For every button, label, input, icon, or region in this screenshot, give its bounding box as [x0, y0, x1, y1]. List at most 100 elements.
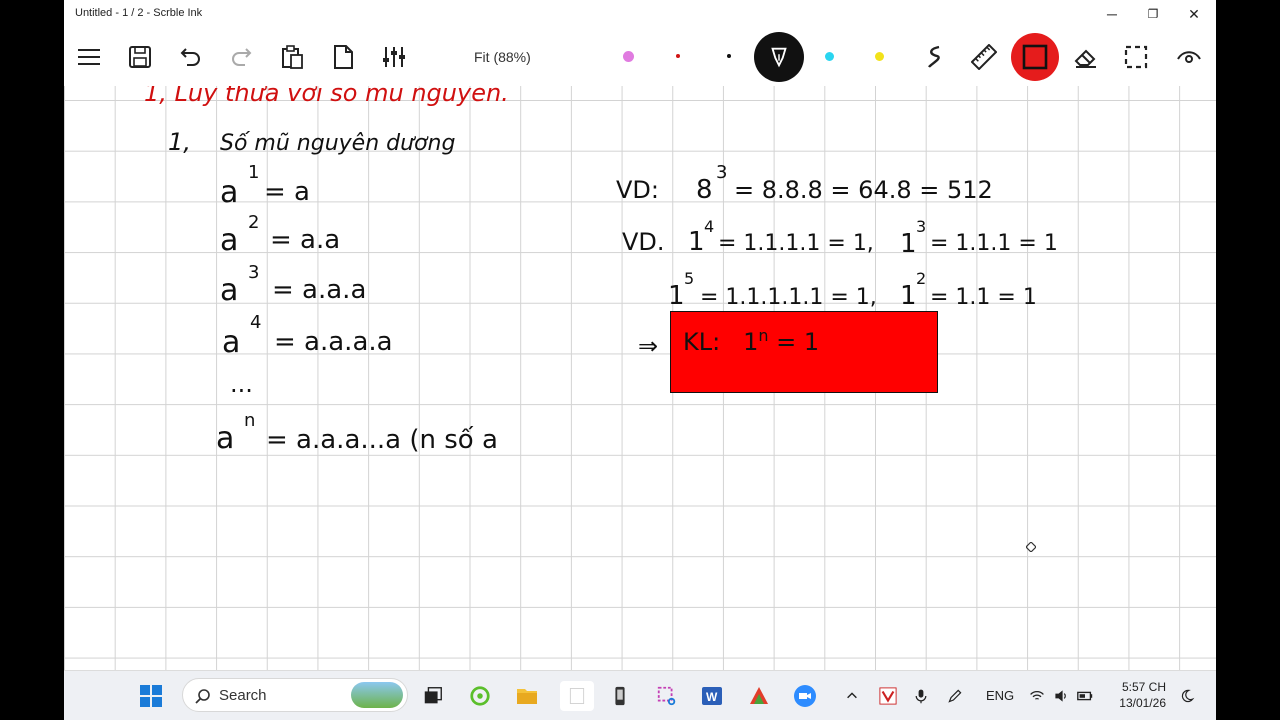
save-icon[interactable] [120, 37, 160, 77]
taskbar: Search W ENG 5:57 CH 13/01/26 [64, 670, 1216, 720]
menu-icon[interactable] [69, 37, 109, 77]
snipping-tool-icon[interactable] [652, 681, 682, 711]
scrble-ink-window: Untitled - 1 / 2 - Scrble Ink ─ ❐ ✕ Fit … [64, 0, 1216, 720]
vd2-b-exponent: 3 [916, 217, 926, 236]
a4-exponent: 4 [250, 312, 261, 333]
handwriting-layer: 1, Luỹ thừa với số mũ nguyên. 1, Số mũ n… [144, 86, 1058, 456]
scrble-ink-taskbar-icon[interactable] [560, 681, 594, 711]
a2-base: a [220, 223, 238, 258]
conclusion-exponent: n [758, 326, 769, 345]
geogebra-icon[interactable] [744, 681, 774, 711]
volume-icon[interactable] [1050, 681, 1072, 711]
undo-icon[interactable] [171, 37, 211, 77]
battery-icon[interactable] [1074, 681, 1096, 711]
zoom-level[interactable]: Fit (88%) [474, 49, 531, 65]
vd3-a-exponent: 5 [684, 269, 694, 288]
an-rhs: = a.a.a...a (n số a [266, 425, 498, 455]
settings-sliders-icon[interactable] [374, 37, 414, 77]
a1-base: a [220, 175, 238, 210]
microphone-icon[interactable] [910, 681, 932, 711]
ink-canvas[interactable]: 1, Luỹ thừa với số mũ nguyên. 1, Số mũ n… [64, 86, 1216, 670]
black-pen-swatch[interactable] [727, 54, 731, 58]
svg-text:W: W [706, 690, 718, 704]
vd3-a-rhs: = 1.1.1.1.1 = 1, [700, 285, 877, 310]
greenshot-icon[interactable] [465, 681, 495, 711]
search-highlight-image [351, 682, 403, 708]
subheading-text: Số mũ nguyên dương [220, 131, 455, 156]
conclusion-base: 1 [743, 328, 759, 356]
a4-rhs: = a.a.a.a [274, 327, 393, 357]
vd3-b-exponent: 2 [916, 269, 926, 288]
restore-button[interactable]: ❐ [1133, 0, 1173, 28]
conclusion-label: KL: [683, 328, 721, 356]
fountain-pen-tool[interactable] [754, 32, 804, 82]
selection-icon[interactable] [1116, 37, 1156, 77]
view-eye-icon[interactable] [1169, 37, 1209, 77]
a3-exponent: 3 [248, 262, 259, 283]
fountain-pen-icon [771, 47, 787, 68]
chevron-up-icon[interactable] [842, 681, 862, 711]
pink-pen-swatch[interactable] [623, 51, 634, 62]
a1-exponent: 1 [248, 162, 259, 183]
vd3-b-base: 1 [900, 281, 917, 311]
taskbar-search[interactable]: Search [182, 678, 408, 712]
vd2-a-exponent: 4 [704, 217, 714, 236]
minimize-button[interactable]: ─ [1092, 0, 1132, 28]
zoom-icon[interactable] [790, 681, 820, 711]
subheading-number: 1, [168, 128, 191, 156]
implies-arrow: ⇒ [638, 332, 658, 360]
a4-base: a [222, 325, 240, 360]
continuation-dots: ... [230, 370, 253, 398]
vd1-exponent: 3 [716, 162, 727, 183]
a2-rhs: = a.a [270, 225, 340, 255]
yellow-pen-swatch[interactable] [875, 52, 884, 61]
vd3-b-rhs: = 1.1 = 1 [930, 285, 1037, 310]
vd1-label: VD: [616, 176, 659, 204]
search-label: Search [219, 687, 267, 704]
pen-menu-icon[interactable] [944, 681, 966, 711]
a1-rhs: = a [264, 177, 310, 207]
squiggle-tool-icon[interactable] [914, 37, 954, 77]
a2-exponent: 2 [248, 212, 259, 233]
conclusion-text: KL: 1n = 1 [683, 326, 819, 356]
an-base: a [216, 421, 234, 456]
conclusion-rhs: = 1 [776, 328, 820, 356]
an-exponent: n [244, 410, 255, 431]
cyan-pen-swatch[interactable] [825, 52, 834, 61]
page-icon[interactable] [323, 37, 363, 77]
vd2-b-rhs: = 1.1.1 = 1 [930, 231, 1058, 256]
vd2-a-rhs: = 1.1.1.1 = 1, [718, 231, 874, 256]
task-view-icon[interactable] [418, 681, 448, 711]
vd2-a-base: 1 [688, 227, 705, 257]
word-icon[interactable]: W [697, 681, 727, 711]
moon-focus-icon[interactable] [1176, 681, 1198, 711]
file-explorer-icon[interactable] [512, 681, 542, 711]
cursor-icon [1026, 542, 1036, 552]
clock-date: 13/01/26 [1119, 696, 1166, 710]
close-button[interactable]: ✕ [1174, 0, 1214, 28]
title-bar: Untitled - 1 / 2 - Scrble Ink ─ ❐ ✕ [64, 0, 1216, 28]
phone-link-icon[interactable] [605, 681, 635, 711]
vd1-base: 8 [696, 175, 713, 205]
vd2-b-base: 1 [900, 229, 917, 259]
conclusion-box[interactable]: KL: 1n = 1 [670, 311, 938, 393]
redo-icon[interactable] [221, 37, 261, 77]
square-icon [1022, 44, 1048, 70]
a3-rhs: = a.a.a [272, 275, 366, 305]
toolbar: Fit (88%) [64, 28, 1216, 86]
search-icon [195, 689, 210, 704]
ruler-icon[interactable] [964, 37, 1004, 77]
eraser-icon[interactable] [1066, 37, 1106, 77]
shape-tool[interactable] [1011, 33, 1059, 81]
a3-base: a [220, 273, 238, 308]
clock-time: 5:57 CH [1121, 680, 1166, 694]
paste-icon[interactable] [272, 37, 312, 77]
input-language[interactable]: ENG [986, 688, 1014, 703]
wifi-icon[interactable] [1026, 681, 1048, 711]
vd2-label: VD. [622, 228, 665, 256]
heading-text: 1, Luỹ thừa với số mũ nguyên. [144, 86, 509, 107]
vietkey-icon[interactable] [876, 681, 900, 711]
red-pen-swatch[interactable] [676, 54, 680, 58]
system-clock[interactable]: 5:57 CH 13/01/26 [1119, 679, 1166, 711]
windows-start-icon[interactable] [136, 681, 166, 711]
